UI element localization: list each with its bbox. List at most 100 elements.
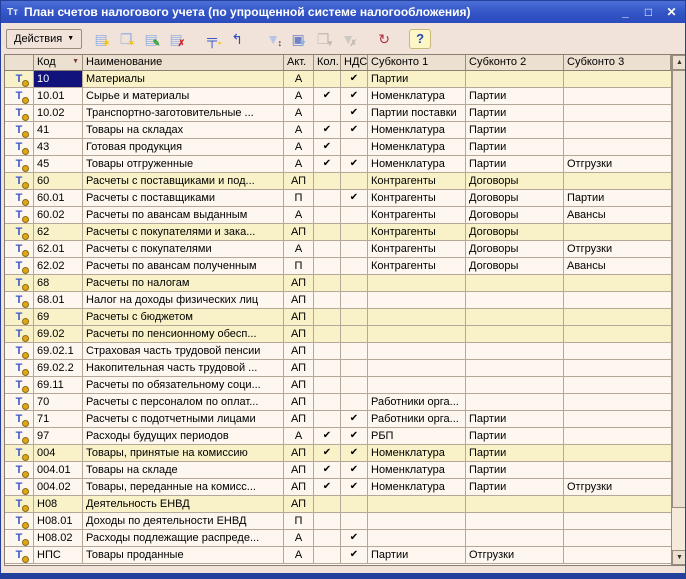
account-code-cell: НПС <box>34 547 83 563</box>
account-subconto1-cell <box>368 326 466 342</box>
account-subconto2-cell <box>466 275 564 291</box>
table-row[interactable]: Т 97 Расходы будущих периодов А ✔ ✔ РБП … <box>5 428 671 445</box>
actions-menu-button[interactable]: Действия ▼ <box>6 29 82 49</box>
account-name-cell: Товары на складе <box>83 462 284 478</box>
delete-button[interactable]: ▤ ✗ <box>165 29 187 49</box>
table-row[interactable]: Т Н08.02 Расходы подлежащие распреде... … <box>5 530 671 547</box>
account-icon: Т <box>13 379 25 392</box>
table-row[interactable]: Т 68 Расчеты по налогам АП <box>5 275 671 292</box>
refresh-button[interactable]: ↻ <box>373 29 395 49</box>
account-subconto2-cell: Договоры <box>466 241 564 257</box>
account-name-cell: Доходы по деятельности ЕНВД <box>83 513 284 529</box>
table-row[interactable]: Т 62 Расчеты с покупателями и зака... АП… <box>5 224 671 241</box>
table-row[interactable]: Т 10.01 Сырье и материалы А ✔ ✔ Номенкла… <box>5 88 671 105</box>
account-icon: Т <box>13 362 25 375</box>
account-quantity-cell <box>314 496 341 512</box>
table-row[interactable]: Т 69.02.1 Страховая часть трудовой пенси… <box>5 343 671 360</box>
filter-by-value-button[interactable]: ▣ ▼ <box>287 29 309 49</box>
new-group-button[interactable]: ❐ ✶ <box>115 29 137 49</box>
table-row[interactable]: Т 41 Товары на складах А ✔ ✔ Номенклатур… <box>5 122 671 139</box>
table-row[interactable]: Т 10 Материалы А ✔ Партии <box>5 71 671 88</box>
up-one-level-button[interactable]: ↰ <box>226 29 248 49</box>
vertical-scrollbar[interactable]: ▲ ▼ <box>671 55 686 565</box>
table-row[interactable]: Т 60 Расчеты с поставщиками и под... АП … <box>5 173 671 190</box>
scrollbar-thumb[interactable] <box>672 70 686 508</box>
account-code-cell: 62.02 <box>34 258 83 274</box>
account-name-cell: Расчеты с подотчетными лицами <box>83 411 284 427</box>
account-name-cell: Расходы будущих периодов <box>83 428 284 444</box>
close-button[interactable]: ✕ <box>664 5 679 19</box>
account-subconto1-cell: Контрагенты <box>368 207 466 223</box>
account-subconto2-cell: Партии <box>466 139 564 155</box>
header-vat[interactable]: НДС <box>341 55 368 70</box>
table-row[interactable]: Т 68.01 Налог на доходы физических лиц А… <box>5 292 671 309</box>
account-code-cell: 10.02 <box>34 105 83 121</box>
window-controls: _ □ ✕ <box>618 5 679 19</box>
table-row[interactable]: Т 62.02 Расчеты по авансам полученным П … <box>5 258 671 275</box>
account-subconto1-cell: Партии <box>368 547 466 563</box>
account-type-cell: Т <box>5 88 34 104</box>
table-row[interactable]: Т Н08 Деятельность ЕНВД АП <box>5 496 671 513</box>
maximize-button[interactable]: □ <box>641 5 656 19</box>
scroll-up-button[interactable]: ▲ <box>672 55 686 70</box>
header-subconto1[interactable]: Субконто 1 <box>368 55 466 70</box>
table-row[interactable]: Т 69 Расчеты с бюджетом АП <box>5 309 671 326</box>
sort-filter-button[interactable]: ▼ ↕ <box>262 29 284 49</box>
table-grid: ▼ Код Наименование Акт. Кол. НДС Субконт… <box>5 55 671 565</box>
account-activity-cell: П <box>284 513 314 529</box>
account-activity-cell: А <box>284 156 314 172</box>
table-row[interactable]: Т 69.02 Расчеты по пенсионному обесп... … <box>5 326 671 343</box>
account-quantity-cell: ✔ <box>314 156 341 172</box>
table-row[interactable]: Т 70 Расчеты с персоналом по оплат... АП… <box>5 394 671 411</box>
account-quantity-cell <box>314 207 341 223</box>
edit-button[interactable]: ▤ ✎ <box>140 29 162 49</box>
icon-overlay: ↕ <box>278 39 283 48</box>
account-name-cell: Накопительная часть трудовой ... <box>83 360 284 376</box>
account-code-cell: 60.02 <box>34 207 83 223</box>
icon-overlay: ✶ <box>128 39 136 48</box>
account-vat-cell: ✔ <box>341 71 368 87</box>
help-icon: ? <box>416 32 424 45</box>
table-row[interactable]: Т 004.01 Товары на складе АП ✔ ✔ Номенкл… <box>5 462 671 479</box>
header-icon-column <box>5 55 34 70</box>
deletion-mark-button[interactable]: ╤ ▪ <box>201 29 223 49</box>
table-row[interactable]: Т 004 Товары, принятые на комиссию АП ✔ … <box>5 445 671 462</box>
table-row[interactable]: Т 69.11 Расчеты по обязательному соци...… <box>5 377 671 394</box>
new-account-button[interactable]: ▤ ✶ <box>90 29 112 49</box>
account-code-cell: 68 <box>34 275 83 291</box>
header-code[interactable]: ▼ Код <box>34 55 83 70</box>
scroll-down-button[interactable]: ▼ <box>672 550 686 565</box>
account-subconto2-cell: Партии <box>466 479 564 495</box>
header-subconto3[interactable]: Субконто 3 <box>564 55 671 70</box>
table-row[interactable]: Т НПС Товары проданные А ✔ Партии Отгруз… <box>5 547 671 564</box>
table-row[interactable]: Т 60.01 Расчеты с поставщиками П ✔ Контр… <box>5 190 671 207</box>
scrollbar-track[interactable] <box>672 508 686 550</box>
window-titlebar[interactable]: Тт План счетов налогового учета (по упро… <box>1 1 685 23</box>
minimize-button[interactable]: _ <box>618 5 633 19</box>
account-code-cell: 69.02 <box>34 326 83 342</box>
table-row[interactable]: Т 10.02 Транспортно-заготовительные ... … <box>5 105 671 122</box>
header-activity[interactable]: Акт. <box>284 55 314 70</box>
header-name[interactable]: Наименование <box>83 55 284 70</box>
table-row[interactable]: Т 43 Готовая продукция А ✔ Номенклатура … <box>5 139 671 156</box>
account-vat-cell <box>341 394 368 410</box>
account-icon: Т <box>13 532 25 545</box>
table-row[interactable]: Т 69.02.2 Накопительная часть трудовой .… <box>5 360 671 377</box>
table-row[interactable]: Т Н08.01 Доходы по деятельности ЕНВД П <box>5 513 671 530</box>
account-vat-cell <box>341 377 368 393</box>
table-row[interactable]: Т 45 Товары отгруженные А ✔ ✔ Номенклату… <box>5 156 671 173</box>
table-row[interactable]: Т 004.02 Товары, переданные на комисс...… <box>5 479 671 496</box>
help-button[interactable]: ? <box>409 29 431 49</box>
account-subconto3-cell: Отгрузки <box>564 479 671 495</box>
header-quantity[interactable]: Кол. <box>314 55 341 70</box>
account-name-cell: Готовая продукция <box>83 139 284 155</box>
account-quantity-cell <box>314 326 341 342</box>
icon-overlay: ▼ <box>298 39 307 48</box>
table-row[interactable]: Т 60.02 Расчеты по авансам выданным А Ко… <box>5 207 671 224</box>
table-row[interactable]: Т 62.01 Расчеты с покупателями А Контраг… <box>5 241 671 258</box>
account-icon: Т <box>13 311 25 324</box>
account-icon: Т <box>13 124 25 137</box>
account-subconto3-cell <box>564 105 671 121</box>
table-row[interactable]: Т 71 Расчеты с подотчетными лицами АП ✔ … <box>5 411 671 428</box>
header-subconto2[interactable]: Субконто 2 <box>466 55 564 70</box>
